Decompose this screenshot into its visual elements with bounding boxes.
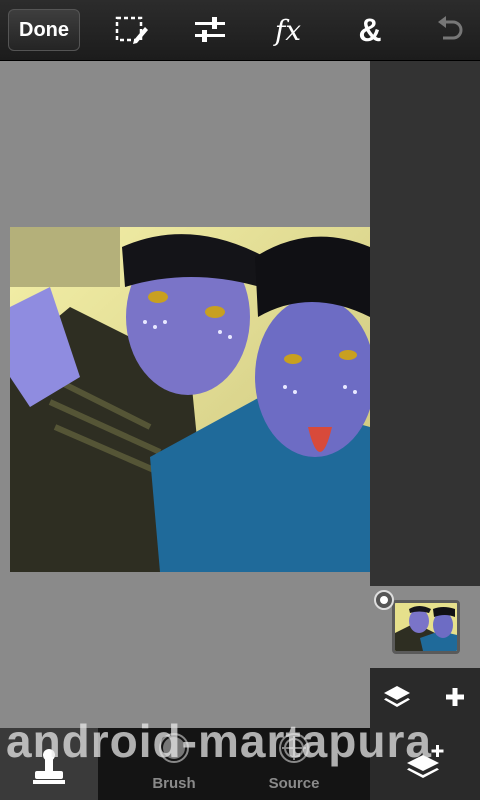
selection-edit-icon[interactable] (112, 10, 152, 50)
crosshair-icon (278, 732, 310, 769)
tab-source[interactable]: Source (248, 728, 340, 800)
tab-brush-label: Brush (152, 775, 196, 792)
ampersand-icon[interactable]: & (350, 10, 390, 50)
layers-add-icon (403, 743, 447, 792)
tab-stamp[interactable] (0, 728, 98, 800)
layer-thumbnail[interactable] (392, 600, 460, 654)
undo-icon[interactable] (430, 10, 470, 50)
layer-item[interactable] (370, 586, 480, 668)
canvas-area[interactable] (0, 61, 370, 728)
fx-label: fx (274, 13, 302, 47)
layers-panel (370, 61, 480, 728)
layer-actions (370, 668, 480, 728)
stamp-icon (29, 747, 69, 792)
brush-icon (158, 732, 190, 769)
done-button[interactable]: Done (8, 9, 80, 51)
layer-selected-radio[interactable] (374, 590, 394, 610)
tab-brush[interactable]: Brush (100, 728, 248, 800)
tab-source-label: Source (268, 775, 320, 792)
adjustments-icon[interactable] (190, 10, 230, 50)
fx-icon[interactable]: fx (268, 10, 308, 50)
ampersand-label: & (358, 11, 382, 48)
edited-photo[interactable] (10, 227, 370, 572)
layers-icon[interactable] (382, 682, 412, 712)
bottom-toolbar: Brush Source (0, 728, 480, 800)
add-layer-icon[interactable] (440, 682, 470, 712)
tab-layers-add[interactable] (370, 728, 480, 800)
top-toolbar: Done fx & (0, 0, 480, 61)
